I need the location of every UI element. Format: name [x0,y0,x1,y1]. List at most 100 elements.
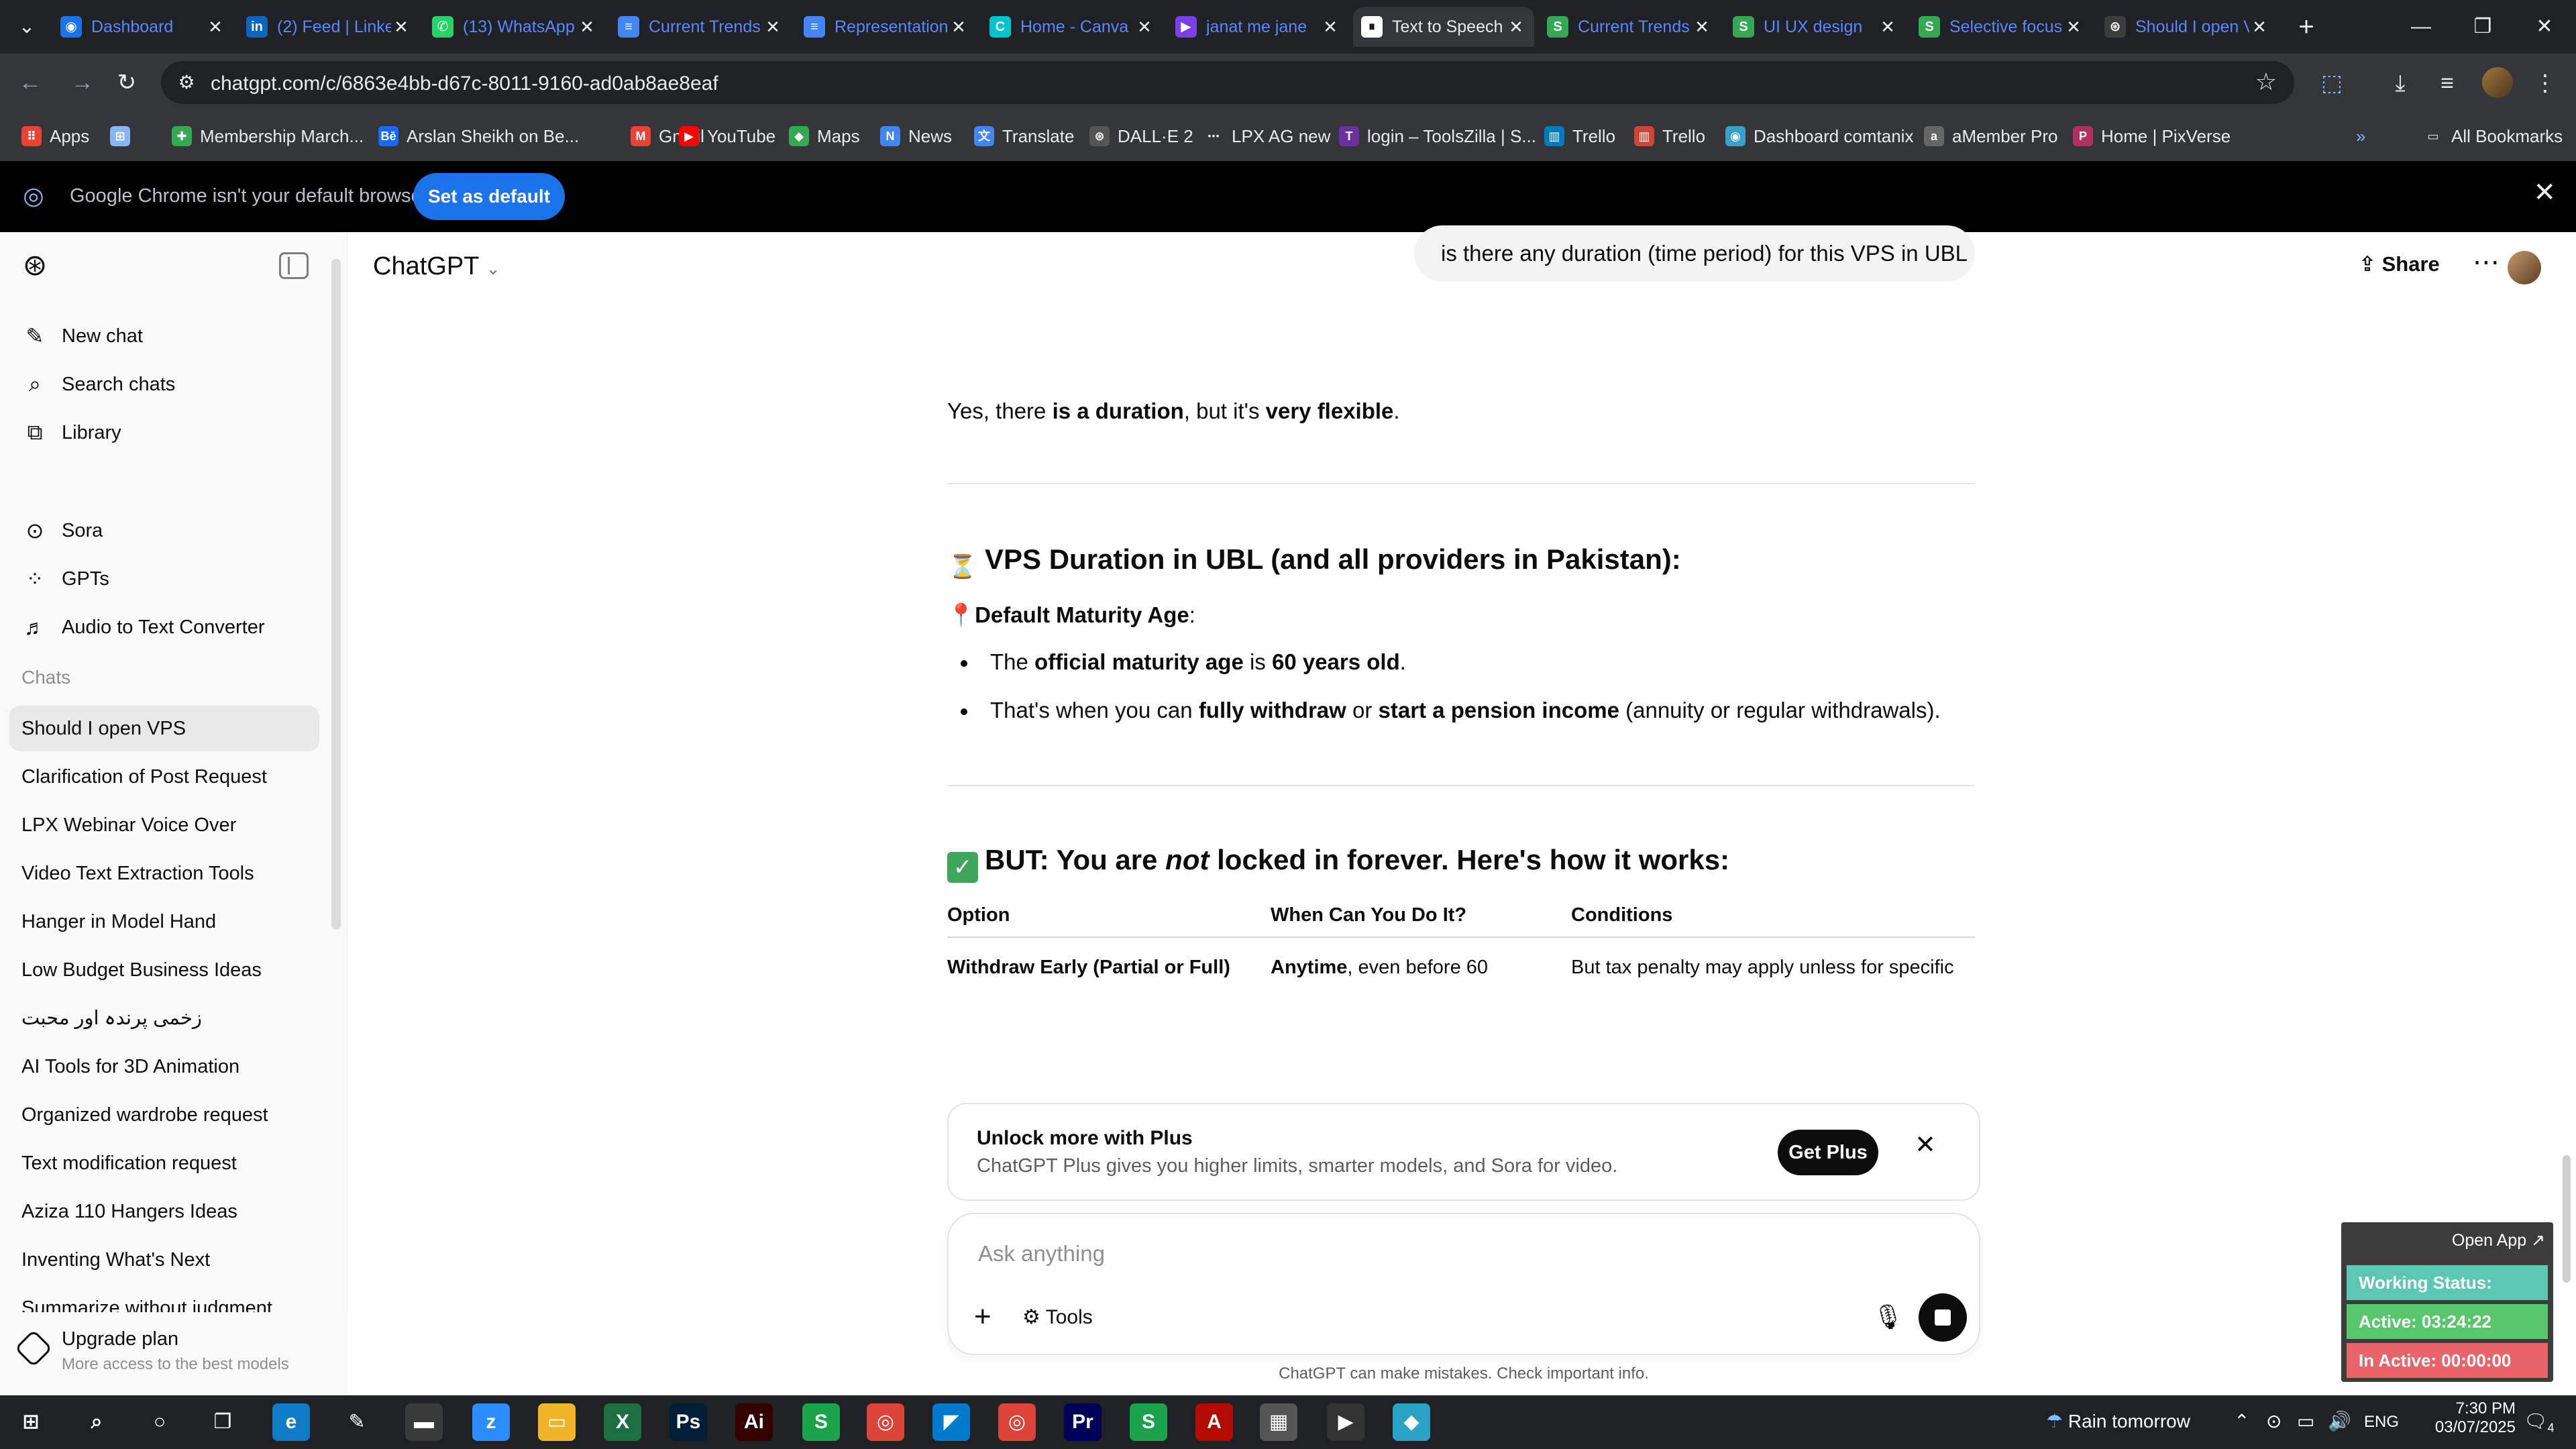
browser-tab[interactable]: ✆ (13) WhatsApp ✕ [424,7,605,47]
chrome-icon[interactable]: ◎ [867,1403,904,1441]
bookmark-item[interactable]: ▥ Trello [1634,123,1705,149]
bookmark-item[interactable]: ⋯ LPX AG new [1203,123,1330,149]
close-tab-icon[interactable]: ✕ [1692,17,1712,38]
pen-icon[interactable]: ✎ [338,1403,376,1441]
model-selector[interactable]: ChatGPT ⌄ [373,252,500,281]
composer[interactable]: Ask anything + ⚙ Tools 🎙 [947,1213,1980,1355]
restore-button[interactable]: ❐ [2453,0,2513,54]
sidebar-toggle-icon[interactable] [279,252,309,279]
bookmark-item[interactable]: ⊛ DALL·E 2 [1089,123,1193,149]
open-app-link[interactable]: Open App ↗ [2452,1230,2545,1250]
browser-tab[interactable]: ≡ Representation ✕ [796,7,977,47]
zoom-icon[interactable]: z [472,1403,510,1441]
chat-history-item[interactable]: Organized wardrobe request [9,1092,319,1138]
minimize-button[interactable]: — [2391,0,2451,54]
browser-tab[interactable]: ⊛ Should I open VPS✕ [2096,7,2277,47]
app-icon[interactable]: ◆ [1393,1403,1430,1441]
close-tab-icon[interactable]: ✕ [577,17,597,38]
all-bookmarks-folder[interactable]: ▭ All Bookmarks [2423,123,2563,149]
chat-history-item[interactable]: AI Tools for 3D Animation [9,1044,319,1089]
acrobat-icon[interactable]: A [1195,1403,1233,1441]
close-icon[interactable]: ✕ [1915,1130,1936,1160]
close-window-button[interactable]: ✕ [2514,0,2575,54]
chat-history-item[interactable]: Aziza 110 Hangers Ideas [9,1189,319,1234]
bookmark-item[interactable]: P Home | PixVerse [2073,123,2231,149]
stop-generating-button[interactable] [1919,1293,1967,1342]
tray-app-icon[interactable]: ⊙ [2266,1410,2282,1432]
bookmark-item[interactable]: ◉ Dashboard comtanix [1725,123,1913,149]
media-player-icon[interactable]: ▶ [1327,1403,1364,1441]
close-tab-icon[interactable]: ✕ [391,17,411,38]
sidebar-item-audio-to-text-converter[interactable]: ♬ Audio to Text Converter [9,605,319,649]
new-tab-button[interactable]: + [2289,9,2324,44]
bookmark-item[interactable]: ▥ Trello [1544,123,1615,149]
volume-icon[interactable]: 🔊 [2328,1410,2351,1432]
close-tab-icon[interactable]: ✕ [763,17,783,38]
set-as-default-button[interactable]: Set as default [413,173,565,220]
excel-icon[interactable]: X [604,1403,641,1441]
browser-menu-icon[interactable]: ⋮ [2529,67,2561,99]
close-infobar-icon[interactable]: ✕ [2533,177,2556,208]
browser-tab[interactable]: ⏸ Text to Speech ✕ [1353,7,1534,47]
sidebar-item-search-chats[interactable]: ⌕ Search chats [9,362,319,407]
address-bar[interactable]: ⚙ chatgpt.com/c/6863e4bb-d67c-8011-9160-… [161,61,2294,104]
sidebar-scrollbar[interactable] [331,259,341,930]
photoshop-icon[interactable]: Ps [669,1403,707,1441]
notifications-icon[interactable]: 🗨4 [2524,1410,2555,1436]
browser-tab[interactable]: in (2) Feed | LinkedIn✕ [238,7,419,47]
windows-start-icon[interactable]: ⊞ [12,1403,50,1441]
sidebar-item-library[interactable]: ⧉ Library [9,411,319,455]
prompt-input[interactable]: Ask anything [978,1241,1105,1267]
tools-button[interactable]: ⚙ Tools [1022,1305,1093,1329]
close-tab-icon[interactable]: ✕ [1878,17,1898,38]
browser-tab[interactable]: C Home - Canva ✕ [981,7,1163,47]
green-app-icon[interactable]: S [802,1403,840,1441]
bookmark-item[interactable]: ◆ Maps [789,123,860,149]
close-tab-icon[interactable]: ✕ [205,17,225,38]
add-attachment-icon[interactable]: + [974,1300,991,1334]
bookmark-item[interactable]: 文 Translate [974,123,1074,149]
close-tab-icon[interactable]: ✕ [2063,17,2084,38]
get-plus-button[interactable]: Get Plus [1778,1130,1878,1175]
chat-history-item[interactable]: Low Budget Business Ideas [9,947,319,993]
chat-history-item[interactable]: Clarification of Post Request [9,754,319,800]
back-button[interactable]: ← [13,66,47,99]
chrome-active-icon[interactable]: ◎ [998,1403,1036,1441]
browser-tab[interactable]: S Current Trends ✕ [1539,7,1720,47]
browser-tab[interactable]: S UI UX design ✕ [1725,7,1906,47]
extensions-icon[interactable]: ⬚ [2316,67,2348,99]
terminal-icon[interactable]: ▬ [405,1403,443,1441]
media-controls-icon[interactable]: ≡ [2431,67,2463,99]
close-tab-icon[interactable]: ✕ [1506,17,1526,38]
profile-avatar[interactable] [2482,67,2513,98]
sheets-icon[interactable]: S [1130,1403,1167,1441]
close-tab-icon[interactable]: ✕ [949,17,969,38]
tray-chevron-icon[interactable]: ⌃ [2234,1410,2249,1432]
openai-logo-icon[interactable]: ⊛ [19,250,51,282]
browser-tab[interactable]: ≡ Current Trends ✕ [610,7,791,47]
task-view-icon[interactable]: ❐ [204,1403,241,1441]
close-tab-icon[interactable]: ✕ [1320,17,1340,38]
chat-history-item[interactable]: Hanger in Model Hand [9,899,319,945]
close-tab-icon[interactable]: ✕ [2249,17,2269,38]
chat-history-item[interactable]: زخمی پرندہ اور محبت [9,996,319,1041]
sidebar-item-new-chat[interactable]: ✎ New chat [9,314,319,358]
bookmark-item[interactable]: ▶ YouTube [679,123,775,149]
bookmark-item[interactable]: ⠿ Apps [21,123,89,149]
bookmark-item[interactable]: Tlogin – ToolsZilla | S... [1339,123,1536,149]
sidebar-item-sora[interactable]: ⊙ Sora [9,508,319,553]
browser-tab[interactable]: S Selective focus ✕ [1911,7,2092,47]
illustrator-icon[interactable]: Ai [735,1403,773,1441]
chat-history-item[interactable]: LPX Webinar Voice Over [9,802,319,848]
bookmark-item[interactable]: ✚ Membership March... [172,123,364,149]
more-bookmarks-icon[interactable]: » [2356,123,2365,149]
search-icon[interactable]: ⌕ [78,1403,115,1441]
reload-button[interactable]: ↻ [110,66,144,99]
language-indicator[interactable]: ENG [2364,1413,2399,1432]
close-tab-icon[interactable]: ✕ [1134,17,1155,38]
chat-history-item[interactable]: Inventing What's Next [9,1237,319,1283]
chat-history-item[interactable]: Should I open VPS [9,706,319,751]
chat-scrollbar[interactable] [2563,1155,2571,1283]
tab-search-chevron-icon[interactable]: ⌄ [12,9,42,44]
microphone-icon[interactable]: 🎙 [1873,1303,1904,1331]
